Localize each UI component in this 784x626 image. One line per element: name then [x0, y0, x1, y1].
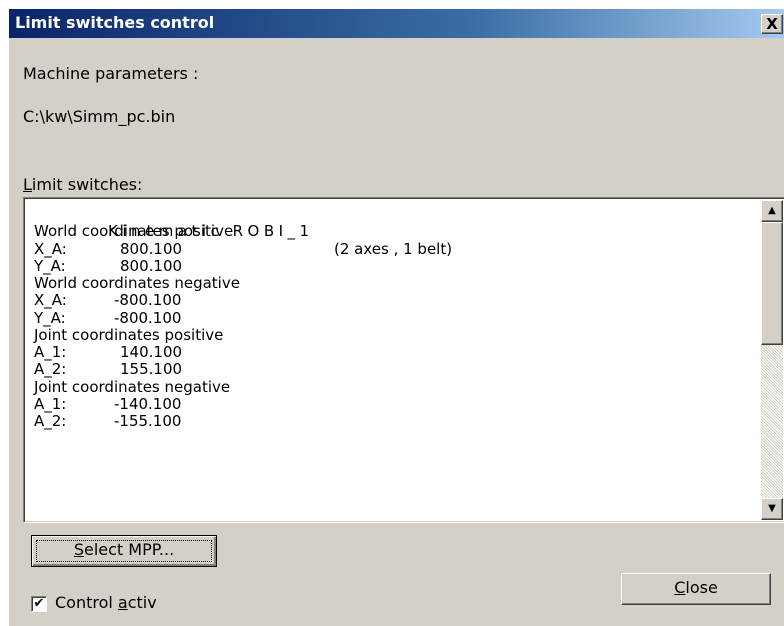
list-section-line: World coordinates negative: [34, 274, 754, 292]
axis-limit-value: 800.100: [120, 256, 183, 275]
machine-parameters-label: Machine parameters :: [23, 64, 199, 83]
section-title: World coordinates negative: [34, 274, 240, 292]
listbox-scrollbar[interactable]: ▲ ▼: [761, 200, 783, 520]
control-activ-label[interactable]: Control activ: [55, 593, 157, 612]
limit-switches-list: Kinematic ROBI_1 (2 axes , 1 belt) World…: [34, 206, 754, 430]
axis-limit-value: 140.100: [120, 343, 183, 361]
machine-parameters-path: C:\kw\Simm_pc.bin: [23, 107, 176, 126]
axis-name: A_1:: [34, 343, 67, 361]
title-bar[interactable]: Limit switches control X: [9, 9, 784, 38]
axis-limit-value: -800.100: [114, 291, 182, 310]
close-mnemonic: C: [674, 578, 686, 597]
axis-name: Y_A:: [34, 256, 66, 275]
list-heading: Kinematic ROBI_1 (2 axes , 1 belt): [34, 206, 754, 257]
limit-switches-label: Limit switches:: [23, 175, 142, 194]
axis-limit-value: -155.100: [114, 412, 182, 430]
close-window-button[interactable]: X: [761, 14, 783, 34]
close-icon: X: [766, 15, 778, 33]
list-value-line: X_A: -800.100: [34, 291, 754, 310]
list-value-line: A_1: -140.100: [34, 394, 754, 413]
scroll-up-arrow-icon: ▲: [768, 205, 776, 216]
list-value-line: A_1: 140.100: [34, 343, 754, 361]
limit-switches-label-text: imit switches:: [31, 175, 143, 194]
axis-name: X_A:: [34, 239, 67, 258]
select-mpp-button[interactable]: Select MPP...: [31, 535, 217, 567]
scroll-down-arrow-icon: ▼: [768, 503, 776, 514]
dialog-title: Limit switches control: [15, 13, 215, 32]
list-value-line: Y_A: 800.100: [34, 256, 754, 275]
section-title: Joint coordinates negative: [34, 377, 231, 396]
section-title: World coordinates positive: [34, 222, 234, 241]
list-value-line: Y_A: -800.100: [34, 308, 754, 327]
limit-switches-listbox[interactable]: Kinematic ROBI_1 (2 axes , 1 belt) World…: [23, 197, 784, 523]
control-activ-text-after: ctiv: [127, 593, 157, 612]
scroll-up-button[interactable]: ▲: [761, 200, 783, 222]
axis-name: Y_A:: [34, 308, 66, 327]
control-activ-mnemonic: a: [117, 593, 128, 612]
limit-switches-dialog: Limit switches control X Machine paramet…: [8, 8, 784, 626]
control-activ-text-before: Control: [55, 593, 118, 612]
close-label: lose: [685, 578, 718, 597]
list-value-line: A_2: 155.100: [34, 360, 754, 379]
list-section-line: Joint coordinates negative: [34, 377, 754, 396]
axis-name: X_A:: [34, 291, 67, 310]
axis-limit-value: 800.100: [120, 239, 183, 258]
list-section-line: World coordinates positive: [34, 222, 754, 241]
axis-limit-value: 155.100: [120, 360, 183, 379]
limit-switches-mnemonic: L: [23, 175, 32, 194]
focus-rectangle: [36, 540, 212, 562]
list-value-line: X_A: 800.100: [34, 239, 754, 258]
axis-name: A_1:: [34, 394, 67, 413]
control-activ-checkbox[interactable]: ✔: [31, 596, 47, 612]
close-button[interactable]: Close: [621, 573, 771, 605]
checkmark-icon: ✔: [33, 596, 45, 611]
list-section-line: Joint coordinates positive: [34, 325, 754, 344]
scroll-down-button[interactable]: ▼: [761, 498, 783, 520]
axis-limit-value: -140.100: [114, 394, 182, 413]
axis-name: A_2:: [34, 360, 67, 379]
list-value-line: A_2: -155.100: [34, 412, 754, 430]
axis-name: A_2:: [34, 412, 67, 430]
scroll-thumb[interactable]: [761, 222, 783, 345]
axis-limit-value: -800.100: [114, 308, 182, 327]
section-title: Joint coordinates positive: [34, 325, 224, 344]
